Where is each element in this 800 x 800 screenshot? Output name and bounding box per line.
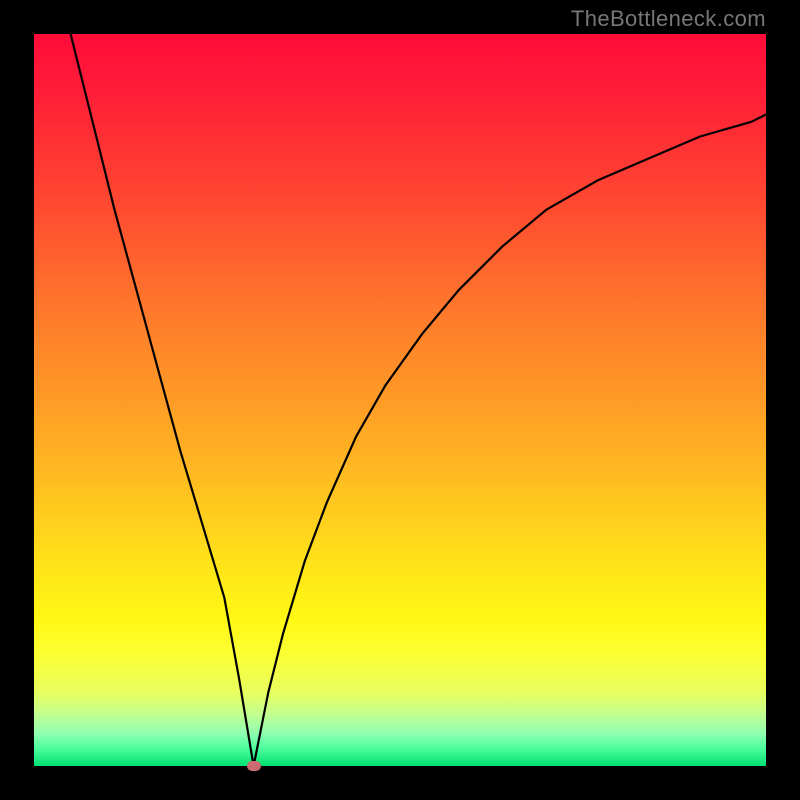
curve-svg <box>34 34 766 766</box>
watermark-text: TheBottleneck.com <box>571 6 766 32</box>
minimum-marker <box>247 761 261 771</box>
plot-area <box>34 34 766 766</box>
bottleneck-curve <box>71 34 766 766</box>
chart-frame: TheBottleneck.com <box>0 0 800 800</box>
